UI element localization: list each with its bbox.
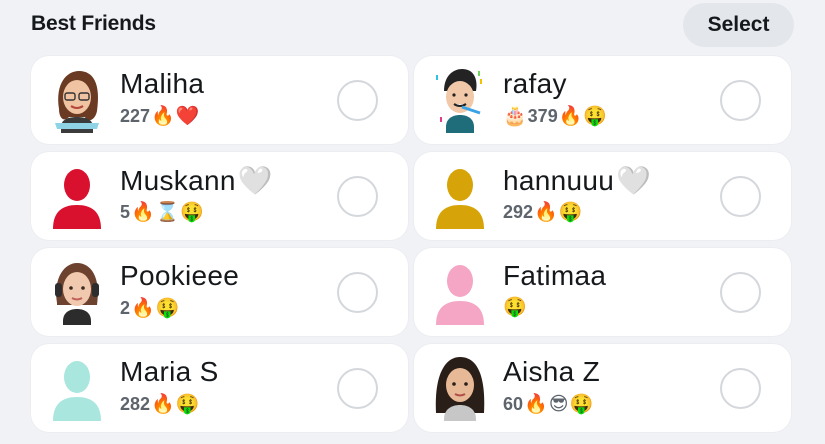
select-radio[interactable] xyxy=(720,80,761,121)
fire-icon: 🔥 xyxy=(558,105,583,127)
money-face-icon: 🤑 xyxy=(583,105,608,127)
streak-count: 60 xyxy=(503,394,524,414)
money-face-icon: 🤑 xyxy=(155,297,180,319)
fire-icon: 🔥 xyxy=(151,105,175,127)
fire-icon: 🔥 xyxy=(534,201,558,223)
friend-name: Aisha Z xyxy=(503,356,601,387)
select-radio[interactable] xyxy=(337,176,378,217)
friend-card[interactable]: Pookieee 2 🔥 🤑 xyxy=(31,248,408,336)
white-heart-icon: 🤍 xyxy=(616,164,652,197)
friend-name: Maria S xyxy=(120,356,219,387)
friend-card[interactable]: Maliha 227 🔥 ❤️ xyxy=(31,56,408,144)
streak-count: 2 xyxy=(120,298,131,318)
select-radio[interactable] xyxy=(720,368,761,409)
friend-name: Maliha xyxy=(120,68,205,99)
streak-count: 5 xyxy=(120,202,131,222)
birthday-cake-icon: 🎂 xyxy=(503,105,527,127)
money-face-icon: 🤑 xyxy=(558,201,583,223)
streak-info: 292 🔥 🤑 xyxy=(503,202,582,223)
silhouette-pink-icon xyxy=(430,257,490,327)
bitmoji-girl-glasses-icon xyxy=(47,65,107,135)
friend-name: hannuuu 🤍 xyxy=(503,164,652,197)
streak-info: 282 🔥 🤑 xyxy=(120,394,199,415)
streak-info: 5 🔥 ⌛ 🤑 xyxy=(120,202,204,223)
streak-info: 🤑 xyxy=(503,298,527,317)
select-radio[interactable] xyxy=(720,176,761,217)
friend-card[interactable]: Aisha Z 60 🔥 😎 🤑 xyxy=(414,344,791,432)
money-face-icon: 🤑 xyxy=(503,296,527,318)
friend-card[interactable]: Maria S 282 🔥 🤑 xyxy=(31,344,408,432)
select-radio[interactable] xyxy=(337,368,378,409)
streak-count: 379 xyxy=(527,106,558,126)
streak-count: 282 xyxy=(120,394,151,414)
friend-name: Muskann 🤍 xyxy=(120,164,273,197)
money-face-icon: 🤑 xyxy=(569,393,594,415)
streak-count: 227 xyxy=(120,106,151,126)
streak-count: 292 xyxy=(503,202,534,222)
silhouette-gold-icon xyxy=(430,161,490,231)
money-face-icon: 🤑 xyxy=(180,201,205,223)
friend-card[interactable]: Fatimaa 🤑 xyxy=(414,248,791,336)
select-radio[interactable] xyxy=(720,272,761,313)
select-radio[interactable] xyxy=(337,80,378,121)
streak-info: 60 🔥 😎 🤑 xyxy=(503,394,593,415)
section-title: Best Friends xyxy=(31,12,156,35)
streak-info: 227 🔥 ❤️ xyxy=(120,106,199,127)
friend-card[interactable]: Muskann 🤍 5 🔥 ⌛ 🤑 xyxy=(31,152,408,240)
red-heart-icon: ❤️ xyxy=(175,105,200,127)
friend-name: Pookieee xyxy=(120,260,240,291)
streak-info: 🎂 379 🔥 🤑 xyxy=(503,106,607,127)
bitmoji-girl-headphones-icon xyxy=(47,257,107,327)
bitmoji-girl-dark-hair-icon xyxy=(430,353,490,423)
sunglasses-face-icon: 😎 xyxy=(548,393,569,415)
silhouette-mint-icon xyxy=(47,353,107,423)
hourglass-icon: ⌛ xyxy=(155,201,180,223)
friend-card[interactable]: rafay 🎂 379 🔥 🤑 xyxy=(414,56,791,144)
streak-info: 2 🔥 🤑 xyxy=(120,298,179,319)
select-radio[interactable] xyxy=(337,272,378,313)
select-button[interactable]: Select xyxy=(683,3,794,47)
fire-icon: 🔥 xyxy=(524,393,548,415)
friend-name: rafay xyxy=(503,68,567,99)
fire-icon: 🔥 xyxy=(151,393,175,415)
fire-icon: 🔥 xyxy=(131,201,155,223)
silhouette-red-icon xyxy=(47,161,107,231)
friend-name: Fatimaa xyxy=(503,260,607,291)
money-face-icon: 🤑 xyxy=(175,393,200,415)
friends-grid: Maliha 227 🔥 ❤️ rafay 🎂 379 🔥 🤑 Muskann 🤍 5 🔥 ⌛ 🤑 ha… xyxy=(31,56,791,432)
white-heart-icon: 🤍 xyxy=(237,164,273,197)
friend-card[interactable]: hannuuu 🤍 292 🔥 🤑 xyxy=(414,152,791,240)
bitmoji-boy-party-icon xyxy=(430,65,490,135)
fire-icon: 🔥 xyxy=(131,297,155,319)
